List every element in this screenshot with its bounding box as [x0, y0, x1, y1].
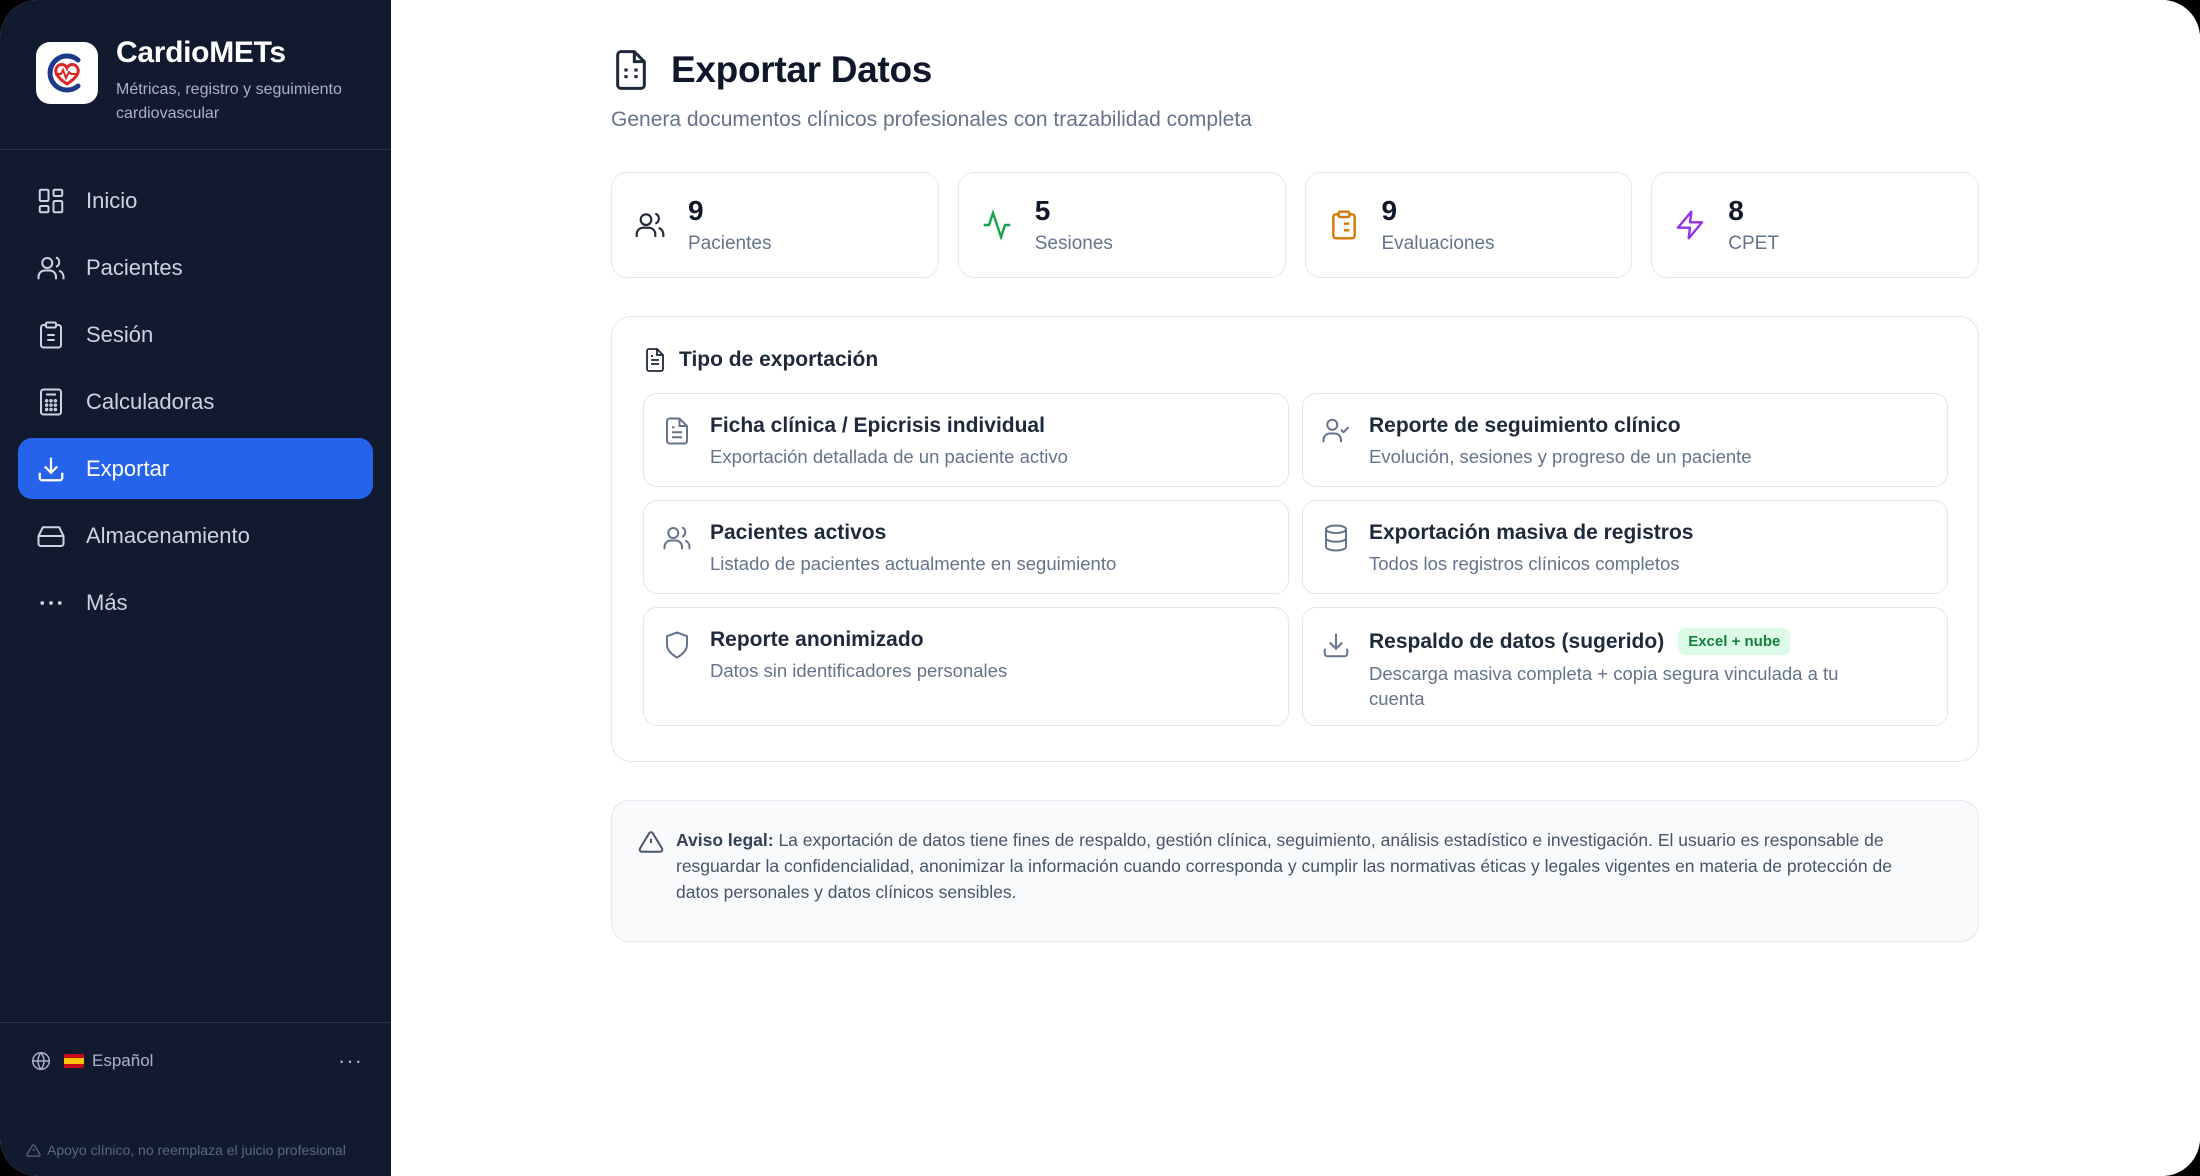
export-option-anonimizado[interactable]: Reporte anonimizado Datos sin identificad… [643, 607, 1289, 726]
option-description: Todos los registros clínicos completos [1369, 553, 1680, 574]
section-title: Tipo de exportación [679, 348, 879, 371]
legal-label: Aviso legal: [676, 830, 774, 850]
page-header: Exportar Datos [611, 48, 1979, 92]
calculator-icon [40, 388, 62, 415]
legal-notice: Aviso legal: La exportación de datos tie… [611, 800, 1979, 942]
export-type-heading: Tipo de exportación [643, 347, 1947, 373]
disclaimer-text: Apoyo clínico, no reemplaza el juicio pr… [47, 1142, 346, 1158]
sidebar-item-mas[interactable]: Más [18, 572, 373, 633]
option-title: Ficha clínica / Epicrisis individual [710, 414, 1045, 437]
sidebar-item-label: Inicio [86, 187, 138, 213]
stat-label: CPET [1728, 233, 1779, 254]
sidebar-item-sesion[interactable]: Sesión [18, 304, 373, 365]
zap-icon [1677, 210, 1704, 240]
hard-drive-icon [37, 525, 65, 547]
export-option-masiva[interactable]: Exportación masiva de registros Todos los… [1302, 500, 1948, 594]
sidebar-item-label: Pacientes [86, 254, 183, 280]
language-selector[interactable]: Español [30, 1050, 338, 1072]
legal-body: La exportación de datos tiene fines de r… [676, 830, 1892, 902]
excel-cloud-badge: Excel + nube [1678, 628, 1791, 655]
sidebar: CardioMETs Métricas, registro y seguimie… [0, 0, 391, 1176]
app-name: CardioMETs [116, 36, 286, 69]
stat-value: 9 [1381, 195, 1398, 226]
option-title: Reporte de seguimiento clínico [1369, 414, 1681, 437]
user-check-icon [1322, 418, 1350, 443]
download-icon [1323, 633, 1349, 658]
option-title-row: Respaldo de datos (sugerido) Excel + nub… [1369, 628, 1889, 655]
users-icon [635, 212, 665, 237]
export-option-seguimiento[interactable]: Reporte de seguimiento clínico Evolución,… [1302, 393, 1948, 487]
app-logo [36, 42, 98, 104]
app-tagline: Métricas, registro y seguimiento cardiov… [116, 81, 342, 122]
grid-icon [38, 188, 64, 213]
stat-card-evaluaciones: 9 Evaluaciones [1304, 172, 1633, 278]
users-icon [37, 255, 65, 279]
sidebar-item-exportar[interactable]: Exportar [18, 438, 373, 499]
sidebar-item-inicio[interactable]: Inicio [18, 170, 373, 231]
users-icon [663, 526, 691, 550]
stat-value: 8 [1728, 195, 1744, 226]
export-options-grid: Ficha clínica / Epicrisis individual Expo… [643, 393, 1948, 726]
app-window: CardioMETs Métricas, registro y seguimie… [0, 0, 2200, 1176]
option-description: Exportación detallada de un paciente act… [710, 446, 1068, 467]
alert-triangle-icon [26, 1143, 41, 1157]
option-title: Exportación masiva de registros [1369, 521, 1694, 544]
clipboard-list-icon [1331, 210, 1356, 240]
page-title: Exportar Datos [671, 49, 933, 90]
page-subtitle: Genera documentos clínicos profesionales… [611, 108, 1252, 131]
sidebar-item-label: Más [86, 589, 128, 615]
stat-label: Sesiones [1034, 233, 1113, 254]
export-option-ficha-clinica[interactable]: Ficha clínica / Epicrisis individual Expo… [643, 393, 1289, 487]
file-text-icon [666, 417, 688, 445]
option-description: Listado de pacientes actualmente en segu… [710, 553, 1117, 574]
spain-flag-icon [64, 1053, 84, 1068]
sidebar-item-label: Almacenamiento [86, 522, 250, 548]
option-title: Pacientes activos [710, 521, 887, 544]
sidebar-item-calculadoras[interactable]: Calculadoras [18, 371, 373, 432]
sidebar-item-label: Calculadoras [86, 388, 215, 414]
stat-card-pacientes: 9 Pacientes [611, 172, 939, 278]
option-description: Evolución, sesiones y progreso de un pac… [1369, 446, 1752, 467]
export-option-pacientes-activos[interactable]: Pacientes activos Listado de pacientes ac… [643, 500, 1289, 594]
option-title: Reporte anonimizado [710, 628, 924, 651]
stat-card-cpet: 8 CPET [1651, 172, 1979, 278]
sidebar-footer: Español ··· [0, 1022, 391, 1098]
shield-icon [666, 631, 688, 659]
stat-card-sesiones: 5 Sesiones [957, 172, 1286, 278]
file-text-icon [646, 348, 664, 372]
sidebar-item-almacenamiento[interactable]: Almacenamiento [18, 505, 373, 566]
sidebar-item-label: Sesión [86, 321, 154, 347]
download-icon [38, 457, 64, 481]
stat-value: 5 [1034, 195, 1051, 226]
sidebar-item-pacientes[interactable]: Pacientes [18, 237, 373, 298]
stat-value: 9 [688, 195, 704, 226]
stats-row: 9 Pacientes 5 Sesiones 9 Evaluaciones 8 CPET [611, 172, 1979, 278]
more-options-icon[interactable]: ··· [338, 1048, 363, 1074]
more-horizontal-icon [40, 600, 62, 605]
export-option-respaldo[interactable]: Respaldo de datos (sugerido) Excel + nub… [1302, 607, 1948, 726]
stat-label: Evaluaciones [1381, 233, 1495, 254]
file-spreadsheet-icon [616, 50, 646, 90]
language-label: Español [92, 1050, 154, 1070]
option-description: Descarga masiva completa + copia segura … [1369, 663, 1839, 709]
option-description: Datos sin identificadores personales [710, 660, 1008, 681]
main-content: Exportar Datos Genera documentos clínico… [391, 0, 2200, 1176]
clipboard-icon [40, 321, 62, 348]
clinical-disclaimer: Apoyo clínico, no reemplaza el juicio pr… [26, 1142, 346, 1158]
globe-icon [32, 1051, 50, 1070]
legal-text: Aviso legal: La exportación de datos tie… [676, 827, 1938, 941]
sidebar-item-label: Exportar [86, 455, 170, 481]
sidebar-nav: Inicio Pacientes Sesión Calculadoras Exp… [0, 150, 391, 633]
export-type-panel: Tipo de exportación Ficha clínica / Epic… [611, 316, 1979, 762]
activity-icon [983, 209, 1011, 241]
stat-label: Pacientes [688, 233, 772, 254]
database-icon [1325, 524, 1347, 552]
alert-triangle-icon [638, 831, 664, 853]
option-title: Respaldo de datos (sugerido) [1369, 629, 1665, 653]
brand: CardioMETs Métricas, registro y seguimie… [0, 0, 391, 150]
